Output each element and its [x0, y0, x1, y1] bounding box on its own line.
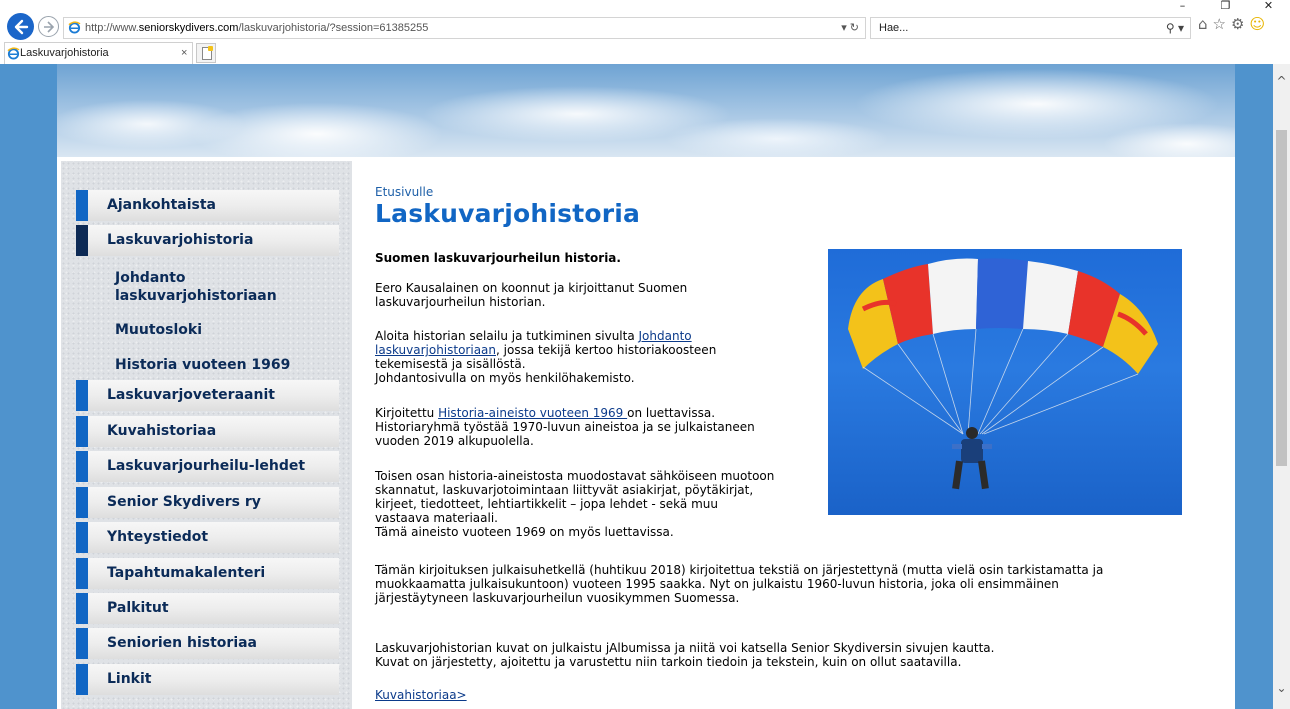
sidebar-subitem-muutosloki[interactable]: Muutosloki [115, 321, 202, 339]
sidebar-item-yhteystiedot[interactable]: Yhteystiedot [76, 522, 339, 553]
search-icon[interactable]: ⚲ ▾ [1166, 18, 1184, 38]
sidebar-item-label: Kuvahistoriaa [107, 423, 217, 439]
tab-close-icon[interactable]: × [181, 43, 187, 63]
documents-paragraph: Toisen osan historia-aineistosta muodost… [375, 469, 775, 539]
sidebar-item-seniorien-historiaa[interactable]: Seniorien historiaa [76, 628, 339, 659]
sidebar-item-label: Ajankohtaista [107, 197, 216, 213]
sidebar-item-tapahtumakalenteri[interactable]: Tapahtumakalenteri [76, 558, 339, 589]
back-button[interactable] [7, 13, 34, 40]
forward-button[interactable] [38, 16, 59, 37]
sidebar-subitem-johdanto[interactable]: Johdanto laskuvarjohistoriaan [115, 269, 277, 305]
window-controls: – ❐ ✕ [1161, 0, 1290, 14]
sky-banner-image [57, 64, 1235, 157]
settings-gear-icon[interactable]: ⚙ [1231, 14, 1244, 34]
status-paragraph: Tämän kirjoituksen julkaisuhetkellä (huh… [375, 563, 1104, 605]
scroll-up-icon[interactable]: ^ [1273, 74, 1290, 91]
tab-laskuvarjohistoria[interactable]: Laskuvarjohistoria × [4, 42, 193, 64]
scroll-down-icon[interactable]: ⌄ [1273, 681, 1290, 698]
johdanto-link-cont[interactable]: laskuvarjohistoriaan [375, 343, 496, 357]
written-paragraph: Kirjoitettu Historia-aineisto vuoteen 19… [375, 406, 755, 448]
browser-chrome: http://www.seniorskydivers.com/laskuvarj… [0, 0, 1290, 64]
section-heading: Suomen laskuvarjourheilun historia. [375, 251, 621, 265]
ie-favicon-icon [68, 21, 81, 34]
sidebar-item-ajankohtaista[interactable]: Ajankohtaista [76, 190, 339, 221]
sidebar-item-linkit[interactable]: Linkit [76, 664, 339, 695]
minimize-icon[interactable]: – [1161, 0, 1204, 14]
back-arrow-icon [14, 19, 28, 34]
sidebar-item-label: Senior Skydivers ry [107, 494, 261, 510]
address-bar[interactable]: http://www.seniorskydivers.com/laskuvarj… [63, 17, 866, 39]
content-area: Ajankohtaista Laskuvarjohistoria Johdant… [57, 157, 1235, 709]
forward-arrow-icon [43, 20, 54, 33]
favorites-star-icon[interactable]: ☆ [1213, 14, 1226, 34]
breadcrumb-home-link[interactable]: Etusivulle [375, 185, 433, 199]
sidebar-item-senior-skydivers[interactable]: Senior Skydivers ry [76, 487, 339, 518]
sidebar-item-lehdet[interactable]: Laskuvarjourheilu-lehdet [76, 451, 339, 482]
restore-icon[interactable]: ❐ [1204, 0, 1247, 14]
sidebar-item-label: Yhteystiedot [107, 529, 209, 545]
sidebar-item-label: Laskuvarjourheilu-lehdet [107, 458, 306, 474]
search-placeholder: Hae... [879, 22, 909, 34]
sidebar-item-palkitut[interactable]: Palkitut [76, 593, 339, 624]
kuvahistoriaa-link[interactable]: Kuvahistoriaa> [375, 688, 467, 702]
sidebar-item-label: Linkit [107, 671, 152, 687]
photos-paragraph: Laskuvarjohistorian kuvat on julkaistu j… [375, 641, 995, 669]
scroll-thumb[interactable] [1276, 130, 1287, 466]
parachute-photo [828, 249, 1182, 515]
intro-paragraph: Eero Kausalainen on koonnut ja kirjoitta… [375, 281, 688, 309]
sidebar-nav: Ajankohtaista Laskuvarjohistoria Johdant… [61, 161, 352, 709]
sidebar-subitem-historia-1969[interactable]: Historia vuoteen 1969 [115, 356, 290, 374]
feedback-smiley-icon[interactable]: ☺ [1249, 14, 1265, 34]
new-tab-button[interactable] [196, 43, 216, 63]
start-paragraph: Aloita historian selailu ja tutkiminen s… [375, 329, 717, 385]
close-window-icon[interactable]: ✕ [1247, 0, 1290, 14]
refresh-icon[interactable]: ▾ ↻ [841, 18, 859, 38]
historia-1969-link[interactable]: Historia-aineisto vuoteen 1969 [438, 406, 627, 420]
sidebar-item-laskuvarjohistoria[interactable]: Laskuvarjohistoria [76, 225, 339, 256]
home-icon[interactable]: ⌂ [1198, 14, 1208, 34]
vertical-scrollbar[interactable]: ^ ⌄ [1273, 64, 1290, 709]
tab-label: Laskuvarjohistoria [20, 47, 109, 59]
toolbar-icons: ⌂ ☆ ⚙ ☺ [1198, 14, 1265, 34]
sidebar-item-label: Laskuvarjoveteraanit [107, 387, 275, 403]
main-content: Etusivulle Laskuvarjohistoria Suomen las… [375, 157, 1235, 709]
sidebar-item-laskuvarjoveteraanit[interactable]: Laskuvarjoveteraanit [76, 380, 339, 411]
sidebar-item-label: Palkitut [107, 600, 169, 616]
sidebar-item-label: Tapahtumakalenteri [107, 565, 266, 581]
sidebar-item-label: Seniorien historiaa [107, 635, 258, 651]
page-title: Laskuvarjohistoria [375, 199, 641, 228]
search-input[interactable]: Hae... ⚲ ▾ [870, 17, 1191, 39]
sidebar-item-label: Laskuvarjohistoria [107, 232, 254, 248]
url-text: http://www.seniorskydivers.com/laskuvarj… [85, 22, 429, 34]
parachute-illustration [848, 258, 1158, 490]
tab-ie-favicon-icon [7, 47, 20, 60]
sidebar-item-kuvahistoriaa[interactable]: Kuvahistoriaa [76, 416, 339, 447]
page-viewport: Ajankohtaista Laskuvarjohistoria Johdant… [0, 64, 1273, 709]
johdanto-link[interactable]: Johdanto [639, 329, 692, 343]
